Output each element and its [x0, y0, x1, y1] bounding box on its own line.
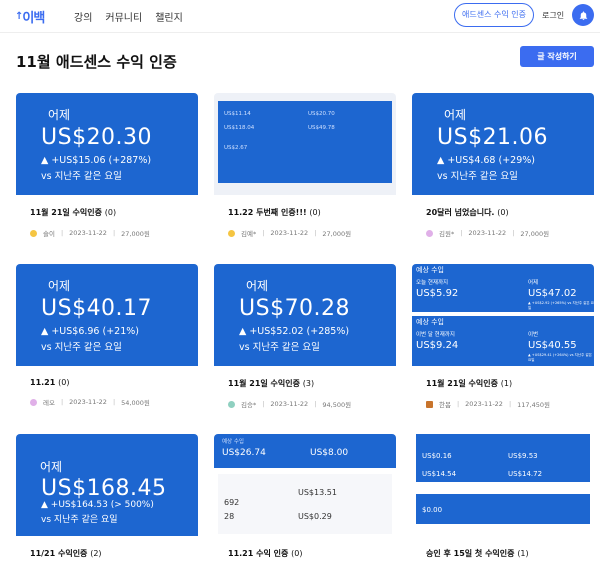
post-card[interactable]: 예상 수입 오늘 현재까지 US$5.92 어제 US$47.02 ▲ +US$… — [412, 264, 594, 409]
post-title: 20달러 넘었습니다. (0) — [426, 208, 509, 217]
author-name: 김승* — [241, 401, 257, 409]
post-thumbnail: 예상 수입 오늘 현재까지 US$5.92 어제 US$47.02 ▲ +US$… — [412, 264, 594, 366]
post-card[interactable]: 예상 수입 US$26.74 US$8.00 US$13.51 692 28 U… — [214, 434, 396, 559]
site-logo[interactable]: ↑이백 — [15, 7, 45, 26]
post-points: 27,000원 — [322, 230, 352, 238]
post-points: 94,500원 — [322, 401, 352, 409]
post-date: 2023-11-22 — [270, 400, 309, 408]
post-points: 27,000원 — [121, 230, 150, 238]
post-meta: 김원* | 2023-11-22 | 27,000원 — [426, 228, 594, 238]
comment-count: (0) — [58, 378, 70, 387]
comment-count: (0) — [104, 208, 117, 217]
avatar — [228, 400, 235, 408]
post-points: 117,450원 — [517, 401, 551, 409]
post-title: 11월 21일 수익인증 (3) — [228, 379, 315, 388]
author-name: 레오 — [43, 399, 55, 407]
post-card[interactable]: 어제 US$20.30 ▲ +US$15.06 (+287%) vs 지난주 같… — [16, 93, 198, 238]
author-name: 슬이 — [43, 230, 55, 238]
comment-count: (3) — [302, 379, 315, 388]
post-points: 27,000원 — [520, 230, 550, 238]
author-name: 한봄 — [439, 401, 451, 409]
post-thumbnail: US$11.14 US$118.04 US$20.70 US$49.78 US$… — [214, 93, 396, 195]
post-thumbnail: 어제 US$21.06 ▲ +US$4.68 (+29%) vs 지난주 같은 … — [412, 93, 594, 195]
post-title: 11/21 수익인증 (2) — [30, 549, 102, 558]
post-card[interactable]: 어제 US$168.45 ▲ +US$164.53 (> 500%) vs 지난… — [16, 434, 198, 559]
post-meta: 한봄 | 2023-11-22 | 117,450원 — [426, 399, 594, 409]
write-post-button[interactable]: 글 작성하기 — [520, 46, 594, 67]
post-points: 54,000원 — [121, 399, 150, 407]
post-thumbnail: 어제 US$40.17 ▲ +US$6.96 (+21%) vs 지난주 같은 … — [16, 264, 198, 366]
author-name: 김예* — [241, 230, 257, 238]
post-title: 11.21 수익 인증 (0) — [228, 549, 303, 558]
post-card[interactable]: 어제 US$21.06 ▲ +US$4.68 (+29%) vs 지난주 같은 … — [412, 93, 594, 238]
post-meta: 김승* | 2023-11-22 | 94,500원 — [228, 399, 396, 409]
post-title: 11.22 두번째 인증!!! (0) — [228, 208, 321, 217]
comment-count: (0) — [291, 549, 303, 558]
post-date: 2023-11-22 — [465, 400, 503, 408]
post-meta: 레오 | 2023-11-22 | 54,000원 — [30, 397, 198, 407]
post-thumbnail: 어제 US$168.45 ▲ +US$164.53 (> 500%) vs 지난… — [16, 434, 198, 536]
main-nav: 강의 커뮤니티 챌린지 — [74, 9, 183, 24]
post-title: 11월 21일 수익인증 (0) — [30, 208, 117, 217]
avatar — [30, 229, 37, 237]
avatar — [426, 400, 433, 408]
nav-lectures[interactable]: 강의 — [74, 9, 92, 24]
login-link[interactable]: 로그인 — [542, 10, 564, 21]
nav-community[interactable]: 커뮤니티 — [105, 9, 142, 24]
comment-count: (1) — [517, 549, 529, 558]
post-card[interactable]: US$0.16 US$9.53 US$14.54 US$14.72 $0.00 … — [412, 434, 594, 559]
avatar — [426, 229, 433, 237]
top-header: ↑이백 강의 커뮤니티 챌린지 애드센스 수익 인증 로그인 — [0, 0, 600, 33]
post-title: 11월 21일 수익인증 (1) — [426, 379, 513, 388]
post-thumbnail: 예상 수입 US$26.74 US$8.00 US$13.51 692 28 U… — [214, 434, 396, 536]
post-date: 2023-11-22 — [270, 229, 309, 237]
comment-count: (2) — [90, 549, 102, 558]
page-title: 11월 애드센스 수익 인증 — [16, 53, 177, 71]
avatar — [30, 398, 37, 406]
comment-count: (1) — [500, 379, 513, 388]
post-card[interactable]: 어제 US$40.17 ▲ +US$6.96 (+21%) vs 지난주 같은 … — [16, 264, 198, 407]
post-date: 2023-11-22 — [468, 229, 507, 237]
comment-count: (0) — [497, 208, 509, 217]
post-date: 2023-11-22 — [69, 398, 107, 406]
nav-challenge[interactable]: 챌린지 — [155, 9, 183, 24]
post-thumbnail: 어제 US$20.30 ▲ +US$15.06 (+287%) vs 지난주 같… — [16, 93, 198, 195]
post-title: 승인 후 15일 첫 수익인증 (1) — [426, 549, 529, 558]
notification-button[interactable] — [572, 4, 594, 26]
post-thumbnail: 어제 US$70.28 ▲ +US$52.02 (+285%) vs 지난주 같… — [214, 264, 396, 366]
adsense-cert-button[interactable]: 애드센스 수익 인증 — [454, 3, 534, 27]
comment-count: (0) — [309, 208, 321, 217]
bell-icon — [579, 10, 587, 20]
post-meta: 슬이 | 2023-11-22 | 27,000원 — [30, 228, 198, 238]
post-card[interactable]: 어제 US$70.28 ▲ +US$52.02 (+285%) vs 지난주 같… — [214, 264, 396, 409]
post-thumbnail: US$0.16 US$9.53 US$14.54 US$14.72 $0.00 — [412, 434, 594, 536]
post-card[interactable]: US$11.14 US$118.04 US$20.70 US$49.78 US$… — [214, 93, 396, 238]
post-meta: 김예* | 2023-11-22 | 27,000원 — [228, 228, 396, 238]
post-date: 2023-11-22 — [69, 229, 107, 237]
author-name: 김원* — [439, 230, 455, 238]
post-title: 11.21 (0) — [30, 378, 70, 387]
avatar — [228, 229, 235, 237]
